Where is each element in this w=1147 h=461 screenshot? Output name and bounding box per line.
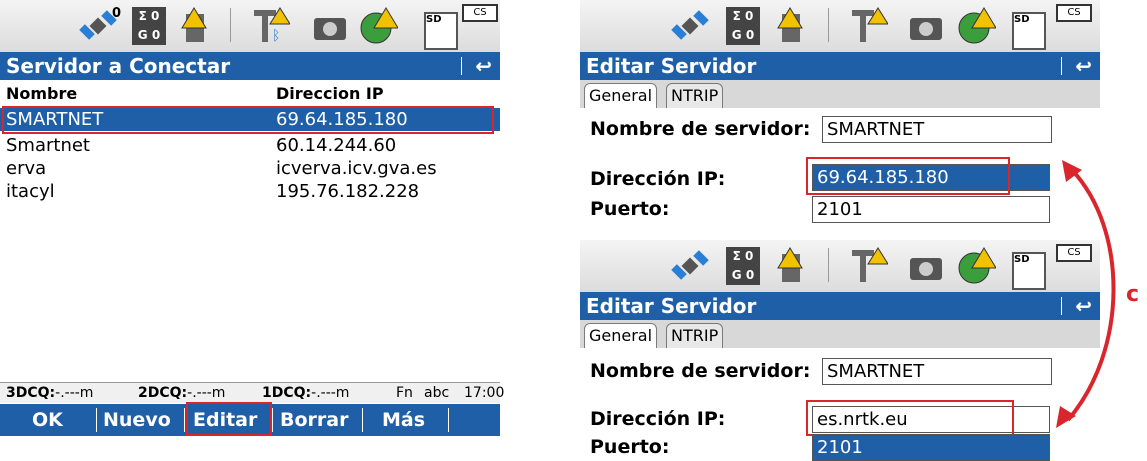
edit-server-screen-top: Σ 0G 0 SD CS Editar Servidor ↩ General N… [580,0,1100,232]
server-name-label: Nombre de servidor: [590,360,811,382]
tab-general[interactable]: General [584,323,658,348]
ok-button[interactable]: OK [32,404,63,436]
globe-warning-icon [958,247,996,284]
tab-strip: General NTRIP [580,80,1100,108]
status-bar: Σ 0G 0 SD CS [580,240,1100,292]
edit-highlight-box [186,402,272,436]
table-row[interactable]: Smartnet 60.14.244.60 [0,134,500,157]
back-icon[interactable]: ↩ [1075,52,1092,80]
selection-highlight-box [2,106,494,134]
camera-icon [910,18,942,40]
column-name-header: Nombre [6,84,78,103]
camera-icon [314,18,346,40]
antenna-bluetooth-icon [852,7,888,42]
sat-count: 0 [112,6,122,21]
port-field[interactable]: 2101 [812,434,1050,461]
battery-cs-icon: CS [1056,4,1092,22]
globe-warning-icon [360,7,398,44]
double-arrow-icon [1056,160,1116,428]
server-list-screen: 0 Σ 0G 0 ᛒ SD CS Servidor a Conectar ↩ N… [0,0,504,440]
back-icon[interactable]: ↩ [475,52,492,80]
port-field[interactable]: 2101 [812,196,1050,223]
page-title: Servidor a Conectar ↩ [0,52,500,80]
ip-highlight-box [806,157,1010,195]
server-name-label: Nombre de servidor: [590,118,811,140]
edit-server-screen-bottom: Σ 0G 0 SD CS Editar Servidor ↩ General N… [580,240,1100,461]
antenna-bluetooth-icon [852,247,888,282]
sd-card-icon: SD [1012,12,1046,50]
port-label: Puerto: [590,436,670,458]
tab-strip: General NTRIP [580,320,1100,348]
sd-card-icon: SD [424,12,458,50]
ip-address-label: Dirección IP: [590,408,726,430]
globe-warning-icon [958,7,996,44]
side-letter: c [1126,282,1140,307]
satellite-icon [671,250,709,280]
column-ip-header: Direccion IP [276,84,384,103]
server-name-field[interactable]: SMARTNET [822,358,1052,385]
delete-button[interactable]: Borrar [280,404,348,436]
battery-warning-icon [777,7,803,42]
tab-ntrip[interactable]: NTRIP [666,83,724,108]
sigma-g-counter-icon: Σ 0G 0 [726,7,760,45]
battery-cs-icon: CS [462,4,498,22]
new-button[interactable]: Nuevo [103,404,171,436]
list-header: Nombre Direccion IP [0,82,500,105]
svg-text:ᛒ: ᛒ [272,28,280,44]
tab-general[interactable]: General [584,83,658,108]
ip-address-label: Dirección IP: [590,168,726,190]
ip-highlight-box [806,400,1014,436]
status-bar: 0 Σ 0G 0 ᛒ SD CS [0,0,500,52]
quality-status-line: 3DCQ:-.---m 2DCQ:-.---m 1DCQ:-.---m Fn a… [0,382,504,403]
table-row[interactable]: itacyl 195.76.182.228 [0,180,500,203]
table-row[interactable]: erva icverva.icv.gva.es [0,157,500,180]
battery-warning-icon [777,247,803,282]
satellite-icon [671,10,709,40]
sigma-g-counter-icon: Σ 0G 0 [726,247,760,285]
server-name-field[interactable]: SMARTNET [822,116,1052,143]
sigma-g-counter-icon: Σ 0G 0 [132,7,166,45]
more-button[interactable]: Más [382,404,425,436]
battery-warning-icon [181,7,207,42]
antenna-bluetooth-icon: ᛒ [254,7,290,44]
tab-ntrip[interactable]: NTRIP [666,323,724,348]
port-label: Puerto: [590,198,670,220]
camera-icon [910,258,942,280]
status-bar: Σ 0G 0 SD CS [580,0,1100,52]
page-title: Editar Servidor ↩ [580,292,1100,320]
page-title: Editar Servidor ↩ [580,52,1100,80]
